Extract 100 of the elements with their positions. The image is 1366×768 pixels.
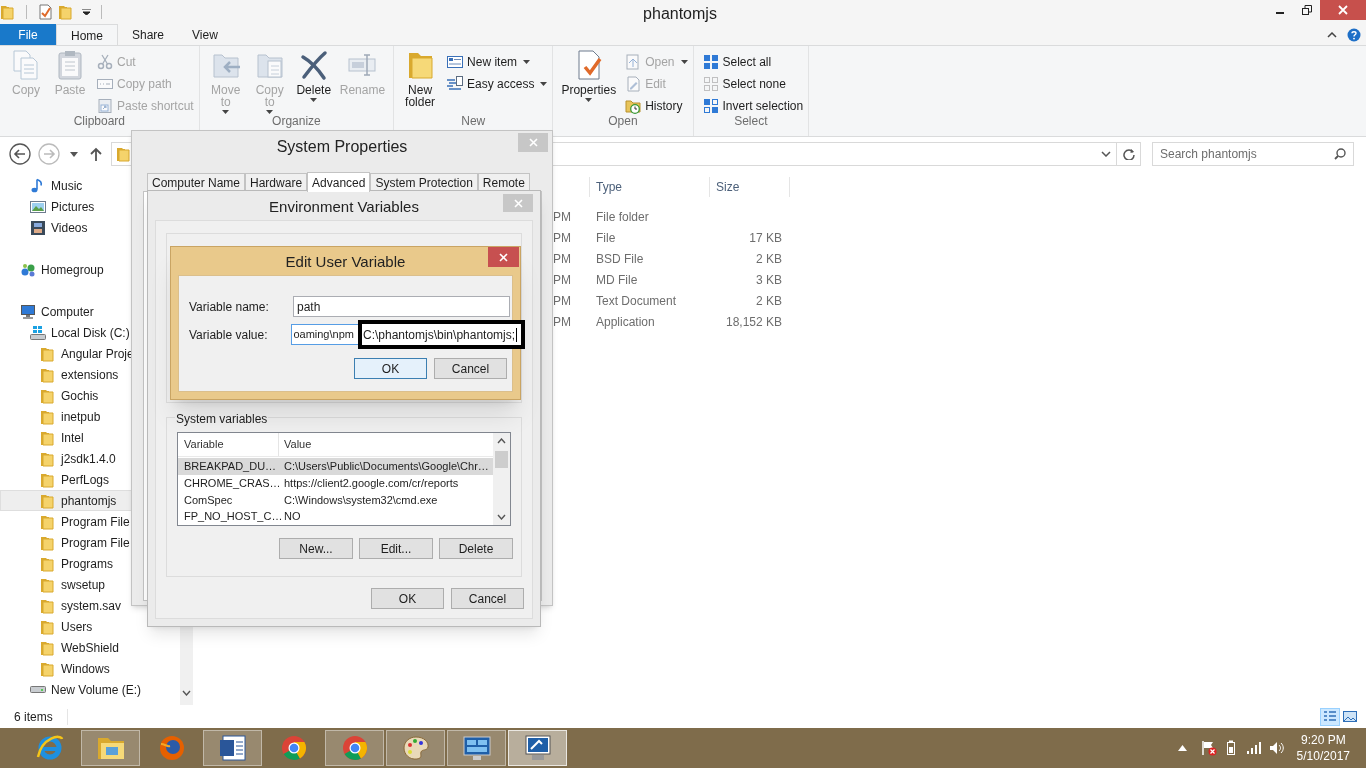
- up-arrow-icon[interactable]: [90, 147, 102, 161]
- large-icons-view-icon: [1342, 708, 1358, 725]
- signal-icon[interactable]: [1246, 742, 1261, 754]
- scroll-thumb[interactable]: [495, 451, 508, 468]
- minimize-icon: [1275, 12, 1285, 14]
- view-button[interactable]: [1320, 707, 1340, 726]
- ribbon-button[interactable]: Properties: [558, 46, 620, 102]
- speaker-icon[interactable]: [1268, 741, 1285, 755]
- drive-icon: [30, 686, 46, 693]
- nav-item[interactable]: PerfLogs: [0, 469, 180, 490]
- dotted-grid-icon: [702, 76, 719, 92]
- nav-item[interactable]: j2sdk1.4.0: [0, 448, 180, 469]
- search-field[interactable]: Search phantomjs: [1152, 142, 1354, 166]
- collapse-ribbon-icon[interactable]: [1327, 32, 1337, 38]
- nav-item[interactable]: extensions: [0, 364, 180, 385]
- close-button[interactable]: [488, 247, 519, 267]
- dialog-tab[interactable]: Computer Name: [147, 173, 246, 191]
- dialog-tab[interactable]: Hardware: [245, 173, 308, 191]
- caret-icon[interactable]: [82, 9, 91, 15]
- ribbon-button[interactable]: Easy access: [447, 75, 548, 93]
- recent-locations-icon[interactable]: [70, 151, 78, 157]
- table-cell-text: PM: [553, 292, 571, 310]
- list-row[interactable]: CHROME_CRAS… https://client2.google.com/cr/reports: [178, 474, 493, 492]
- list-row[interactable]: ComSpec C:\Windows\system32\cmd.exe: [178, 491, 493, 509]
- ribbon-button[interactable]: History: [625, 97, 688, 115]
- nav-item[interactable]: Users: [0, 616, 180, 637]
- folder-icon: [40, 429, 56, 446]
- field-label: Variable value:: [189, 326, 269, 344]
- half-grid-icon: [702, 98, 719, 114]
- back-button[interactable]: [9, 143, 31, 165]
- nav-item[interactable]: swsetup: [0, 574, 180, 595]
- ribbon-tab[interactable]: File: [0, 24, 56, 46]
- dialog-tab[interactable]: Remote: [477, 173, 530, 191]
- ribbon-button[interactable]: New folder: [399, 46, 442, 108]
- help-icon[interactable]: [1347, 28, 1361, 42]
- nav-item[interactable]: New Volume (E:): [0, 679, 180, 700]
- folder-icon: [40, 576, 56, 593]
- nav-item[interactable]: Gochis: [0, 385, 180, 406]
- nav-item[interactable]: Homegroup: [0, 259, 180, 280]
- column-header[interactable]: Value: [279, 433, 493, 456]
- nav-item[interactable]: WebShield: [0, 637, 180, 658]
- flag-icon[interactable]: [1200, 740, 1217, 756]
- dialog-tab[interactable]: Advanced: [307, 172, 371, 192]
- taskbar-button[interactable]: [508, 730, 567, 766]
- dialog-button[interactable]: Edit...: [359, 538, 433, 559]
- dialog-button[interactable]: Cancel: [434, 358, 507, 379]
- table-cell: BSD File: [596, 251, 644, 266]
- input-field[interactable]: path: [293, 296, 510, 317]
- battery-icon[interactable]: [1224, 740, 1237, 756]
- nav-item[interactable]: Programs: [0, 553, 180, 574]
- nav-item[interactable]: system.sav: [0, 595, 180, 616]
- grid-icon: [702, 54, 719, 70]
- list-row[interactable]: BREAKPAD_DU… C:\Users\Public\Documents\Google\Chr…: [178, 457, 493, 475]
- folder-icon: [40, 471, 56, 488]
- dialog-button[interactable]: OK: [354, 358, 427, 379]
- table-cell-text: PM: [553, 229, 571, 247]
- refresh-button[interactable]: [1117, 142, 1141, 166]
- table-cell-text: 18,152 KB: [725, 313, 782, 331]
- folder-icon: [40, 513, 56, 530]
- nav-item[interactable]: Program File: [0, 511, 180, 532]
- folder-icon: [40, 450, 56, 467]
- ribbon-button[interactable]: New item: [447, 53, 548, 71]
- ribbon-button[interactable]: Select all: [702, 53, 804, 71]
- nav-item[interactable]: Local Disk (C:): [0, 322, 180, 343]
- ribbon-button[interactable]: Select none: [702, 75, 804, 93]
- dialog-button[interactable]: New...: [279, 538, 353, 559]
- nav-item[interactable]: Videos: [0, 217, 180, 238]
- taskbar-button[interactable]: [203, 730, 262, 766]
- dialog-button[interactable]: Delete: [439, 538, 513, 559]
- list-row[interactable]: FP_NO_HOST_C…NO: [178, 508, 493, 525]
- dialog-title: Environment Variables: [269, 197, 419, 217]
- document-check-icon[interactable]: [37, 4, 53, 20]
- ribbon-tab[interactable]: View: [178, 24, 232, 46]
- nav-item[interactable]: Windows: [0, 658, 180, 679]
- table-cell-text: PM: [553, 313, 571, 331]
- dialog-button[interactable]: Cancel: [451, 588, 524, 609]
- nav-item[interactable]: Intel: [0, 427, 180, 448]
- show-hidden-icon[interactable]: [1177, 745, 1187, 751]
- close-button[interactable]: [1320, 0, 1366, 20]
- nav-item[interactable]: Pictures: [0, 196, 180, 217]
- column-header[interactable]: Type: [590, 177, 710, 197]
- column-header[interactable]: Variable: [178, 433, 279, 456]
- taskbar-button[interactable]: [447, 730, 506, 766]
- ribbon-button[interactable]: Invert selection: [702, 97, 804, 115]
- nav-item[interactable]: Program File: [0, 532, 180, 553]
- nav-item[interactable]: Computer: [0, 301, 180, 322]
- folder-icon: [40, 366, 56, 383]
- ribbon-tab[interactable]: Home: [56, 24, 118, 46]
- dialog-tab[interactable]: System Protection: [370, 173, 478, 191]
- clock[interactable]: 9:20 PM 5/10/2017: [1296, 732, 1350, 764]
- table-cell-text: 2 KB: [756, 250, 782, 268]
- scrollbar[interactable]: [493, 433, 510, 525]
- ribbon-button[interactable]: Delete: [292, 46, 335, 102]
- search-icon: [1334, 148, 1346, 160]
- ribbon-tab[interactable]: Share: [118, 24, 179, 46]
- folder-icon: [40, 345, 56, 362]
- column-header[interactable]: Size: [710, 177, 790, 197]
- dropdown-icon[interactable]: [1101, 151, 1112, 157]
- folder-icon: [40, 639, 56, 656]
- dialog-button[interactable]: OK: [371, 588, 444, 609]
